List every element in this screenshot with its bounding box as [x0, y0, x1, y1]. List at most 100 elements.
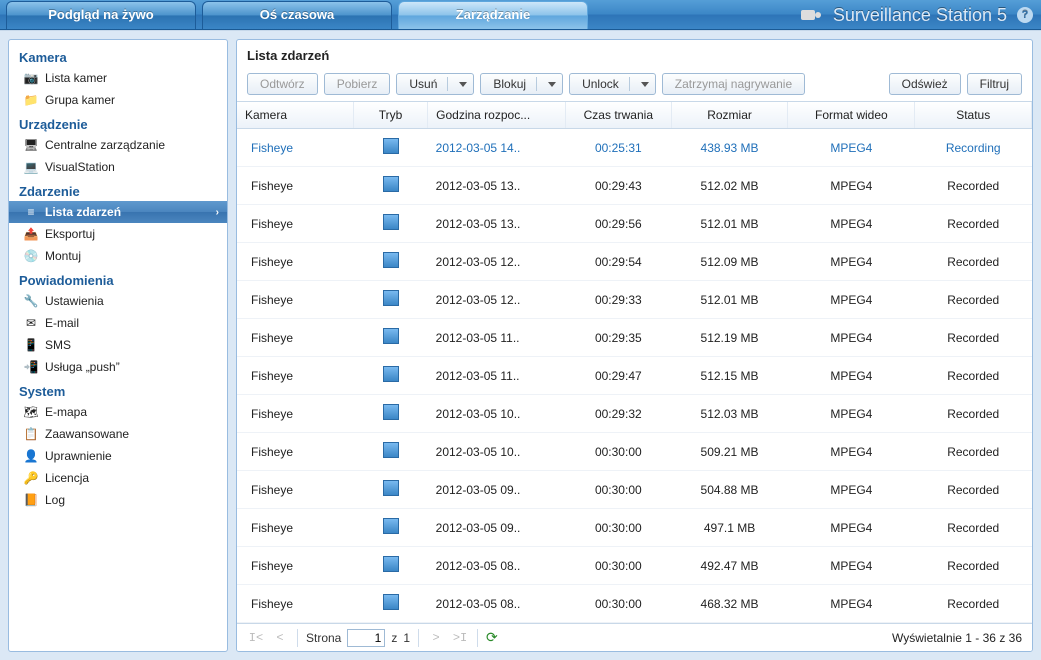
cell-duration: 00:29:32 — [565, 395, 671, 433]
sidebar-item-grupa-kamer[interactable]: Grupa kamer — [9, 89, 227, 111]
sidebar-item-uprawnienie[interactable]: Uprawnienie — [9, 445, 227, 467]
last-page-button[interactable]: >I — [451, 629, 469, 647]
sidebar-item-licencja[interactable]: Licencja — [9, 467, 227, 489]
sidebar-item-lista-kamer[interactable]: Lista kamer — [9, 67, 227, 89]
cell-mode — [354, 585, 428, 623]
cell-camera: Fisheye — [237, 433, 354, 471]
col-start-time[interactable]: Godzina rozpoc... — [428, 102, 566, 129]
cell-camera: Fisheye — [237, 395, 354, 433]
cell-mode — [354, 547, 428, 585]
cell-video-format: MPEG4 — [788, 167, 915, 205]
table-row[interactable]: Fisheye2012-03-05 09..00:30:00497.1 MBMP… — [237, 509, 1032, 547]
table-row[interactable]: Fisheye2012-03-05 08..00:30:00468.32 MBM… — [237, 585, 1032, 623]
sidebar-item-label: E-mail — [45, 316, 79, 330]
log-icon — [23, 492, 39, 508]
sidebar-item-log[interactable]: Log — [9, 489, 227, 511]
tab-timeline[interactable]: Oś czasowa — [202, 1, 392, 29]
cell-duration: 00:25:31 — [565, 129, 671, 167]
sidebar-item-ustawienia[interactable]: Ustawienia — [9, 290, 227, 312]
table-row[interactable]: Fisheye2012-03-05 13..00:29:56512.01 MBM… — [237, 205, 1032, 243]
cell-start-time: 2012-03-05 10.. — [428, 395, 566, 433]
cell-video-format: MPEG4 — [788, 471, 915, 509]
page-input[interactable] — [347, 629, 385, 647]
cell-start-time: 2012-03-05 12.. — [428, 243, 566, 281]
cell-video-format: MPEG4 — [788, 357, 915, 395]
cell-start-time: 2012-03-05 09.. — [428, 471, 566, 509]
pager: I< < Strona z 1 > >I ⟳ Wyświetalnie 1 - … — [237, 623, 1032, 651]
table-row[interactable]: Fisheye2012-03-05 09..00:30:00504.88 MBM… — [237, 471, 1032, 509]
mode-icon — [383, 176, 399, 192]
events-table[interactable]: Kamera Tryb Godzina rozpoc... Czas trwan… — [237, 101, 1032, 623]
cell-video-format: MPEG4 — [788, 433, 915, 471]
play-button[interactable]: Odtwórz — [247, 73, 318, 95]
unlock-button[interactable]: Unlock — [569, 73, 656, 95]
cell-camera: Fisheye — [237, 129, 354, 167]
delete-label: Usuń — [409, 74, 437, 94]
sidebar-item-centralne-zarz-dzanie[interactable]: Centralne zarządzanie — [9, 134, 227, 156]
sidebar-item-visualstation[interactable]: VisualStation — [9, 156, 227, 178]
table-row[interactable]: Fisheye2012-03-05 12..00:29:54512.09 MBM… — [237, 243, 1032, 281]
sidebar-item-sms[interactable]: SMS — [9, 334, 227, 356]
cell-status: Recorded — [915, 243, 1032, 281]
sidebar-item-eksportuj[interactable]: Eksportuj — [9, 223, 227, 245]
cell-video-format: MPEG4 — [788, 547, 915, 585]
cell-start-time: 2012-03-05 11.. — [428, 319, 566, 357]
chevron-right-icon: › — [216, 207, 219, 218]
delete-button[interactable]: Usuń — [396, 73, 474, 95]
lic-icon — [23, 470, 39, 486]
cell-status: Recorded — [915, 471, 1032, 509]
table-row[interactable]: Fisheye2012-03-05 10..00:30:00509.21 MBM… — [237, 433, 1032, 471]
cell-duration: 00:29:43 — [565, 167, 671, 205]
table-row[interactable]: Fisheye2012-03-05 12..00:29:33512.01 MBM… — [237, 281, 1032, 319]
col-mode[interactable]: Tryb — [354, 102, 428, 129]
tab-live[interactable]: Podgląd na żywo — [6, 1, 196, 29]
cell-mode — [354, 167, 428, 205]
toolbar: Odtwórz Pobierz Usuń Blokuj Unlock — [237, 73, 1032, 101]
cell-camera: Fisheye — [237, 471, 354, 509]
cell-mode — [354, 281, 428, 319]
col-status[interactable]: Status — [915, 102, 1032, 129]
stop-recording-button[interactable]: Zatrzymaj nagrywanie — [662, 73, 805, 95]
sidebar-item-label: Grupa kamer — [45, 93, 115, 107]
sidebar-item-label: Zaawansowane — [45, 427, 129, 441]
lock-button[interactable]: Blokuj — [480, 73, 563, 95]
col-video-format[interactable]: Format wideo — [788, 102, 915, 129]
sidebar-item-zaawansowane[interactable]: Zaawansowane — [9, 423, 227, 445]
table-row[interactable]: Fisheye2012-03-05 08..00:30:00492.47 MBM… — [237, 547, 1032, 585]
help-icon[interactable]: ? — [1017, 7, 1033, 23]
refresh-icon[interactable]: ⟳ — [486, 629, 498, 646]
cell-mode — [354, 205, 428, 243]
table-row[interactable]: Fisheye2012-03-05 11..00:29:47512.15 MBM… — [237, 357, 1032, 395]
cell-mode — [354, 395, 428, 433]
table-row[interactable]: Fisheye2012-03-05 11..00:29:35512.19 MBM… — [237, 319, 1032, 357]
table-row[interactable]: Fisheye2012-03-05 10..00:29:32512.03 MBM… — [237, 395, 1032, 433]
cell-size: 512.01 MB — [671, 205, 788, 243]
cell-camera: Fisheye — [237, 319, 354, 357]
table-row[interactable]: Fisheye2012-03-05 13..00:29:43512.02 MBM… — [237, 167, 1032, 205]
sidebar-item-us-uga-push-[interactable]: Usługa „push” — [9, 356, 227, 378]
next-page-button[interactable]: > — [427, 629, 445, 647]
sidebar-item-label: Ustawienia — [45, 294, 104, 308]
cell-size: 497.1 MB — [671, 509, 788, 547]
cell-duration: 00:29:54 — [565, 243, 671, 281]
table-row[interactable]: Fisheye2012-03-05 14..00:25:31438.93 MBM… — [237, 129, 1032, 167]
sidebar-item-e-mail[interactable]: E-mail — [9, 312, 227, 334]
download-button[interactable]: Pobierz — [324, 73, 391, 95]
sidebar-item-montuj[interactable]: Montuj — [9, 245, 227, 267]
mode-icon — [383, 290, 399, 306]
first-page-button[interactable]: I< — [247, 629, 265, 647]
mode-icon — [383, 366, 399, 382]
filter-button[interactable]: Filtruj — [967, 73, 1022, 95]
refresh-button[interactable]: Odśwież — [889, 73, 961, 95]
cell-video-format: MPEG4 — [788, 585, 915, 623]
col-size[interactable]: Rozmiar — [671, 102, 788, 129]
sidebar-item-e-mapa[interactable]: E-mapa — [9, 401, 227, 423]
prev-page-button[interactable]: < — [271, 629, 289, 647]
cell-camera: Fisheye — [237, 585, 354, 623]
sidebar-item-lista-zdarze-[interactable]: Lista zdarzeń› — [9, 201, 227, 223]
col-camera[interactable]: Kamera — [237, 102, 354, 129]
cell-status: Recorded — [915, 547, 1032, 585]
cell-duration: 00:29:56 — [565, 205, 671, 243]
tab-manage[interactable]: Zarządzanie — [398, 1, 588, 29]
col-duration[interactable]: Czas trwania — [565, 102, 671, 129]
